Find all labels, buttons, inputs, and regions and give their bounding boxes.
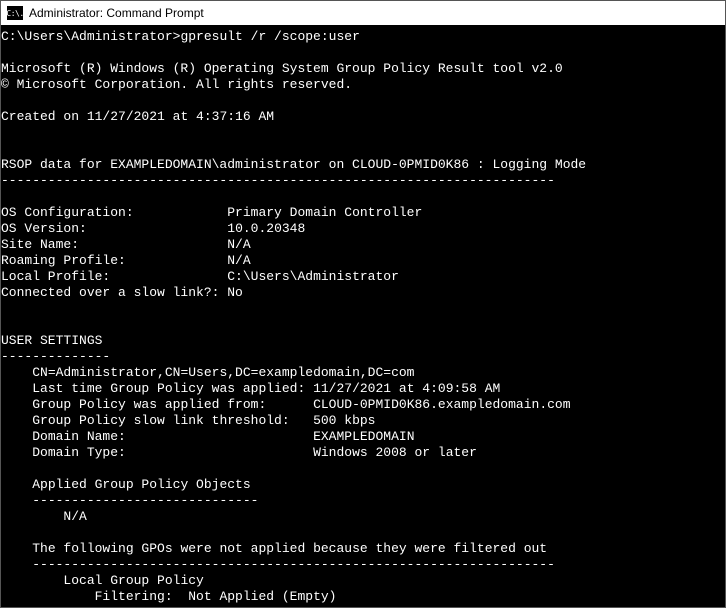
terminal-output[interactable]: C:\Users\Administrator>gpresult /r /scop… [1, 25, 725, 607]
filtered-heading: The following GPOs were not applied beca… [32, 541, 547, 556]
slowlink-label: Connected over a slow link?: [1, 285, 219, 300]
applied-gpo-divider: ----------------------------- [32, 493, 258, 508]
os-config-label: OS Configuration: [1, 205, 134, 220]
applied-from-label: Group Policy was applied from: [32, 397, 266, 412]
window-title: Administrator: Command Prompt [29, 6, 204, 20]
prompt-path: C:\Users\Administrator> [1, 29, 180, 44]
created-value: ‎11/‎27/‎2021 at 4:37:16 AM [87, 109, 274, 124]
domain-type-value: Windows 2008 or later [313, 445, 477, 460]
slowlink-value: No [227, 285, 243, 300]
filtered-divider: ----------------------------------------… [32, 557, 555, 572]
domain-name-label: Domain Name: [32, 429, 126, 444]
header-line2: © Microsoft Corporation. All rights rese… [1, 77, 352, 92]
header-line1: Microsoft (R) Windows (R) Operating Syst… [1, 61, 563, 76]
site-value: N/A [227, 237, 250, 252]
site-label: Site Name: [1, 237, 79, 252]
created-label: Created on [1, 109, 87, 124]
os-version-label: OS Version: [1, 221, 87, 236]
user-settings-divider: -------------- [1, 349, 110, 364]
domain-name-value: EXAMPLEDOMAIN [313, 429, 414, 444]
domain-type-label: Domain Type: [32, 445, 126, 460]
slow-threshold-value: 500 kbps [313, 413, 375, 428]
cmd-icon: C:\. [7, 6, 23, 20]
filtered-item: Local Group Policy [63, 573, 203, 588]
applied-gpo-value: N/A [63, 509, 86, 524]
window-titlebar[interactable]: C:\. Administrator: Command Prompt [1, 1, 725, 25]
slow-threshold-label: Group Policy slow link threshold: [32, 413, 289, 428]
user-settings-heading: USER SETTINGS [1, 333, 102, 348]
applied-gpo-heading: Applied Group Policy Objects [32, 477, 250, 492]
last-applied-value: 11/27/2021 at 4:09:58 AM [313, 381, 500, 396]
os-config-value: Primary Domain Controller [227, 205, 422, 220]
command-prompt-window: C:\. Administrator: Command Prompt C:\Us… [0, 0, 726, 608]
filter-value: Not Applied (Empty) [188, 589, 336, 604]
rsop-divider: ----------------------------------------… [1, 173, 555, 188]
local-value: C:\Users\Administrator [227, 269, 399, 284]
prompt-command: gpresult /r /scope:user [180, 29, 359, 44]
roaming-value: N/A [227, 253, 250, 268]
filter-label: Filtering: [95, 589, 173, 604]
rsop-line: RSOP data for EXAMPLEDOMAIN\administrato… [1, 157, 586, 172]
applied-from-value: CLOUD-0PMID0K86.exampledomain.com [313, 397, 570, 412]
roaming-label: Roaming Profile: [1, 253, 126, 268]
last-applied-label: Last time Group Policy was applied: [32, 381, 305, 396]
cn-line: CN=Administrator,CN=Users,DC=exampledoma… [32, 365, 414, 380]
os-version-value: 10.0.20348 [227, 221, 305, 236]
local-label: Local Profile: [1, 269, 110, 284]
